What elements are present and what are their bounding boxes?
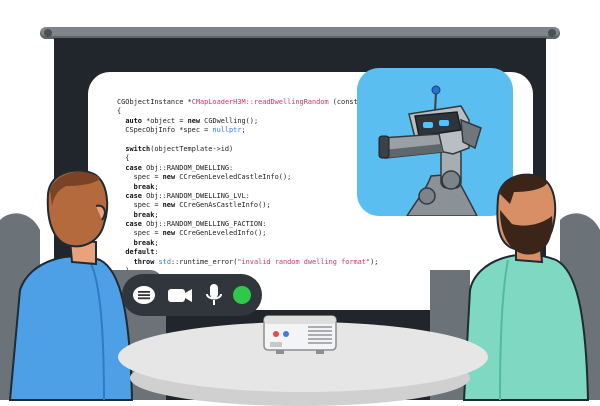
code-token: {	[117, 107, 122, 116]
microphone-icon-button[interactable]	[200, 281, 228, 309]
status-indicator-button[interactable]	[228, 281, 256, 309]
code-line: CSpecObjInfo *spec = nullptr;	[117, 126, 378, 135]
chat-icon	[133, 286, 155, 304]
projector-icon	[263, 315, 337, 354]
chat-icon-button[interactable]	[130, 281, 158, 309]
camera-icon-button[interactable]	[166, 281, 194, 309]
code-token: );	[370, 257, 379, 266]
green-status-icon	[233, 286, 251, 304]
code-token: ;	[241, 126, 246, 135]
code-token: "invalid random dwelling format"	[237, 257, 371, 266]
code-token: *object =	[141, 116, 188, 125]
camera-icon	[168, 289, 192, 302]
code-token: CCreGenLeveledCastleInfo();	[175, 173, 292, 182]
meeting-scene: CGObjectInstance *CMapLoaderH3M::readDwe…	[0, 0, 600, 406]
code-token: CGObjectInstance *	[117, 98, 192, 106]
microphone-icon	[206, 284, 222, 305]
code-token: auto	[125, 116, 142, 125]
code-token: CCreGenLeveledInfo();	[175, 229, 267, 238]
code-line: CGObjectInstance *CMapLoaderH3M::readDwe…	[117, 98, 378, 107]
code-token: CMapLoaderH3M::readDwellingRandom	[191, 98, 329, 106]
code-token: CSpecObjInfo *spec =	[117, 126, 213, 135]
code-line: {	[117, 107, 378, 116]
code-token: new	[187, 116, 201, 125]
code-token: nullptr	[212, 126, 242, 135]
code-token: CGDwelling();	[200, 116, 259, 125]
code-token: CCreGenAsCastleInfo();	[175, 201, 271, 210]
code-line: auto *object = new CGDwelling();	[117, 117, 378, 126]
code-token: ::runtime_error(	[170, 257, 238, 266]
meeting-control-bar	[122, 274, 262, 316]
